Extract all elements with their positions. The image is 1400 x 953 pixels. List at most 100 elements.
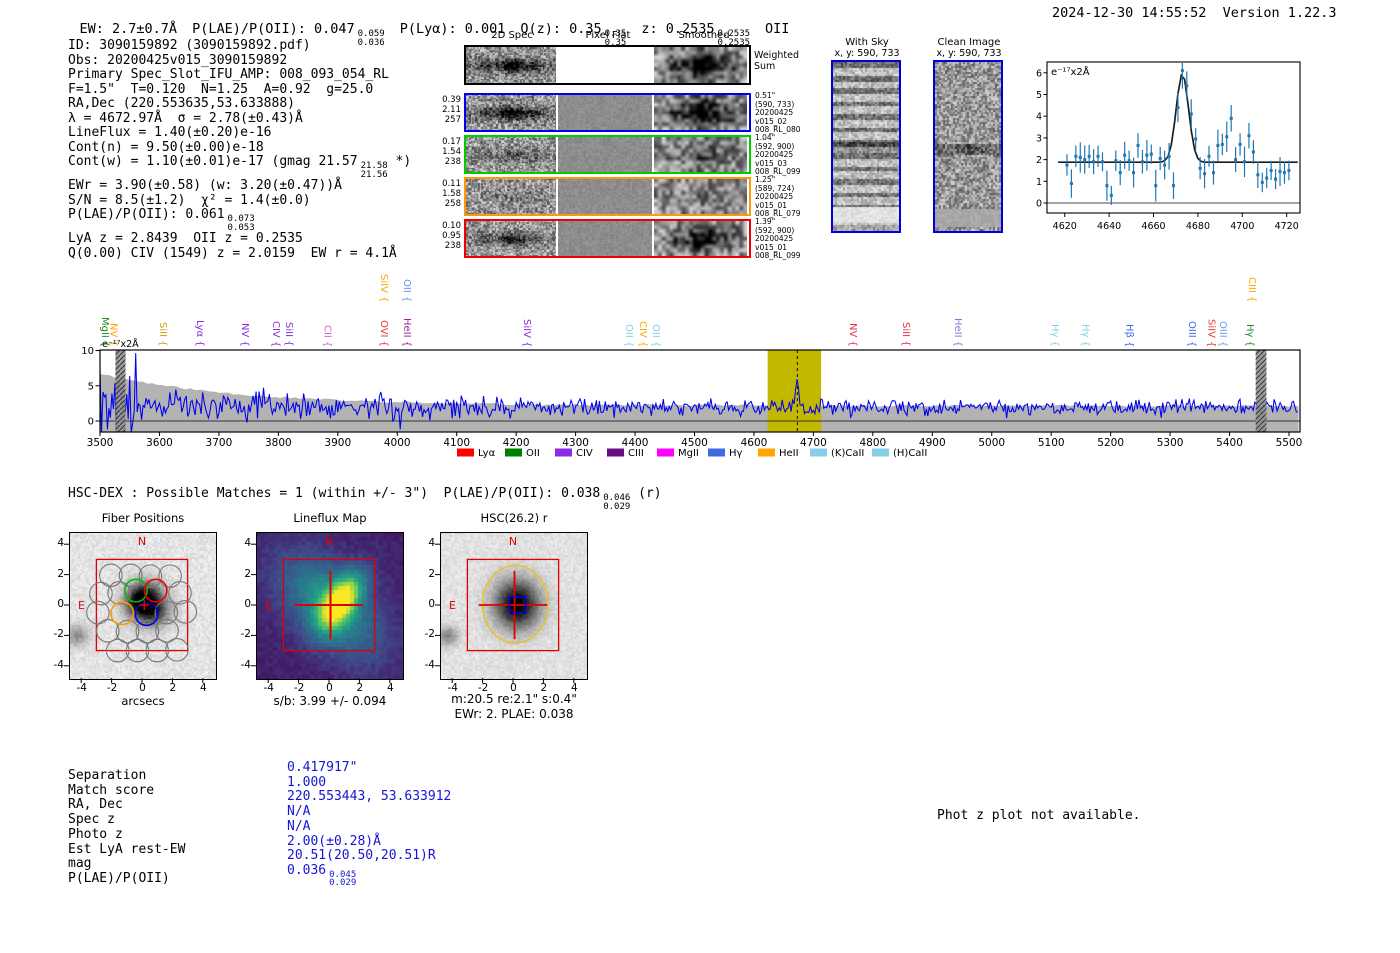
legend-label-8: (H)CaII (893, 448, 927, 459)
match-table-value: 220.553443, 53.633912 (287, 789, 452, 805)
lineflux-map-title: Lineflux Map (293, 511, 367, 525)
y-tick-label: 6 (1036, 68, 1042, 79)
line-label-ciii: CIII { (1246, 276, 1258, 302)
text-segment: Primary Spec_Slot_IFU_AMP: 008_093_054_R… (68, 67, 389, 83)
fiber-circle (118, 563, 143, 588)
data-point (1287, 168, 1291, 172)
fiber-stat: 1.58 (442, 189, 461, 199)
line-label-oiii: OIII { (1186, 320, 1198, 347)
y-tick-label: 4 (57, 537, 64, 550)
line-label-siii: SiII { (283, 322, 295, 347)
x-tick-label: 4000 (384, 437, 411, 449)
spec2d-row-fiber-id: 1.04" (592, 900) 20200425 v015_03 008_RL_099 (755, 133, 827, 177)
x-tick-label: 0 (326, 682, 333, 694)
with-sky-image (833, 62, 899, 231)
x-tick-label: 4700 (800, 437, 827, 449)
info-line: LineFlux = 1.40(±0.20)e-16 (68, 126, 411, 141)
data-point (1211, 171, 1215, 175)
data-point (1185, 84, 1189, 88)
match-table-label: Spec z (68, 812, 115, 828)
text-segment: LyA z = 2.8439 OII z = 0.2535 (68, 231, 303, 247)
text-segment: RA,Dec (220.553635,53.633888) (68, 96, 295, 112)
spec2d-row-fiber-id: 0.51" (590, 733) 20200425 v015_02 008_RL_080 (755, 91, 827, 135)
fiber-stat: 0.10 (442, 221, 461, 231)
x-tick-label: 3500 (87, 437, 114, 449)
data-point (1251, 150, 1255, 154)
info-line: F=1.5" T=0.120 N=1.25 A=0.92 g=25.0 (68, 82, 411, 98)
x-tick-label: -4 (447, 682, 458, 694)
y-tick-label: -4 (53, 658, 64, 671)
x-tick-label: 4660 (1141, 221, 1165, 232)
spec2d-row-fiber-stats: 0.39 2.11 257 (428, 95, 461, 125)
data-point (1158, 157, 1162, 161)
legend-swatch-3 (607, 448, 624, 457)
info-line: Cont(n) = 9.50(±0.00)e-18 (68, 140, 411, 156)
match-table-value: N/A (287, 804, 311, 820)
fiber-positions-panel: NE (64, 532, 217, 683)
x-tick-label: 4100 (443, 437, 470, 449)
data-point (1145, 153, 1149, 157)
spec2d-strip (466, 179, 556, 214)
fiber-stat: 238 (444, 241, 461, 251)
flux-unit-label: e⁻¹⁷x2Å (1051, 65, 1090, 78)
hsc-cutout-panel: NE (435, 532, 588, 683)
fiber-stat: 0.11 (442, 179, 461, 189)
data-point (1074, 154, 1078, 158)
spec2d-row-fiber-id: 1.25" (589, 724) 20200425 v015_01 008_RL_079 (755, 175, 827, 219)
flux-unit-label: e⁻¹⁷x2Å (102, 338, 139, 350)
x-tick-label: 4 (386, 682, 394, 694)
spec2d-strip (466, 221, 556, 256)
line-label-civ: CIV { (269, 320, 281, 347)
match-table-value: 2.00(±0.28)Å (287, 833, 381, 849)
match-table-values: 0.417917" 1.000 220.553443, 53.633912 N/A N/… (287, 760, 452, 888)
data-point (1096, 154, 1100, 158)
y-tick-label: 5 (1036, 90, 1042, 101)
with-sky-coords: x, y: 590, 733 (834, 48, 900, 59)
match-table-label: Separation (68, 768, 147, 783)
x-tick-label: -4 (263, 682, 274, 694)
data-point (1247, 134, 1251, 138)
spec2d-row-fiber-id: 1.39" (592, 900) 20200425 v015_01 008_RL_099 (755, 217, 827, 261)
data-point (1118, 171, 1122, 175)
with-sky-image-frame (831, 60, 901, 233)
fiber-stat: 1.54 (442, 147, 461, 157)
y-tick-label: 0 (88, 417, 94, 428)
y-tick-label: -4 (240, 658, 251, 671)
full-spectrum-plot: 05103500 3600 3700 3800 3900 4000 4100 4200 4300… (81, 338, 1302, 459)
fiber-circle (138, 564, 163, 588)
y-tick-label: 5 (88, 381, 94, 392)
info-line: Q(0.00) CIV (1549) z = 2.0159 EW r = 4.1… (68, 246, 411, 262)
masked-region-hatch (115, 350, 126, 432)
data-point (1194, 137, 1198, 141)
x-tick-label: 5300 (1157, 437, 1184, 449)
line-label-hγ: Hγ { (1079, 324, 1091, 347)
data-point (1140, 160, 1144, 164)
col-title-2dspec: 2D Spec (491, 30, 533, 41)
x-tick-label: 0 (510, 682, 517, 694)
y-tick-label: 0 (428, 598, 435, 610)
spec2d-row (464, 93, 751, 132)
fiber-positions-title: Fiber Positions (101, 511, 185, 525)
text-segment: 0.036 (287, 862, 327, 878)
data-point (1282, 171, 1286, 175)
info-line: ID: 3090159892 (3090159892.pdf) (68, 38, 411, 54)
text-segment: (r) (630, 486, 662, 501)
text-segment: EWr = 3.90(±0.58) (w: 3.20(±0.47))Å (68, 178, 342, 194)
match-table-label: Match score (68, 782, 155, 798)
data-point (1069, 181, 1073, 185)
fiber-circle (99, 563, 123, 588)
east-label: E (449, 599, 456, 612)
y-tick-label: 10 (81, 346, 94, 357)
line-label-nv: NV { (239, 323, 251, 347)
x-tick-label: 4680 (1186, 221, 1210, 232)
pixel-flat-strip (558, 221, 652, 256)
match-table-value: 20.51(20.50,20.51)R (287, 848, 436, 864)
fiber-stat: 0.17 (442, 137, 461, 147)
line-label-cii: CII { (321, 324, 333, 347)
text-segment: ID: 3090159892 (3090159892.pdf) (68, 38, 311, 53)
data-point (1180, 69, 1184, 73)
data-point (1114, 159, 1118, 163)
data-point (1203, 172, 1207, 176)
data-point (1176, 106, 1180, 110)
legend-label-6: HeII (779, 448, 799, 459)
